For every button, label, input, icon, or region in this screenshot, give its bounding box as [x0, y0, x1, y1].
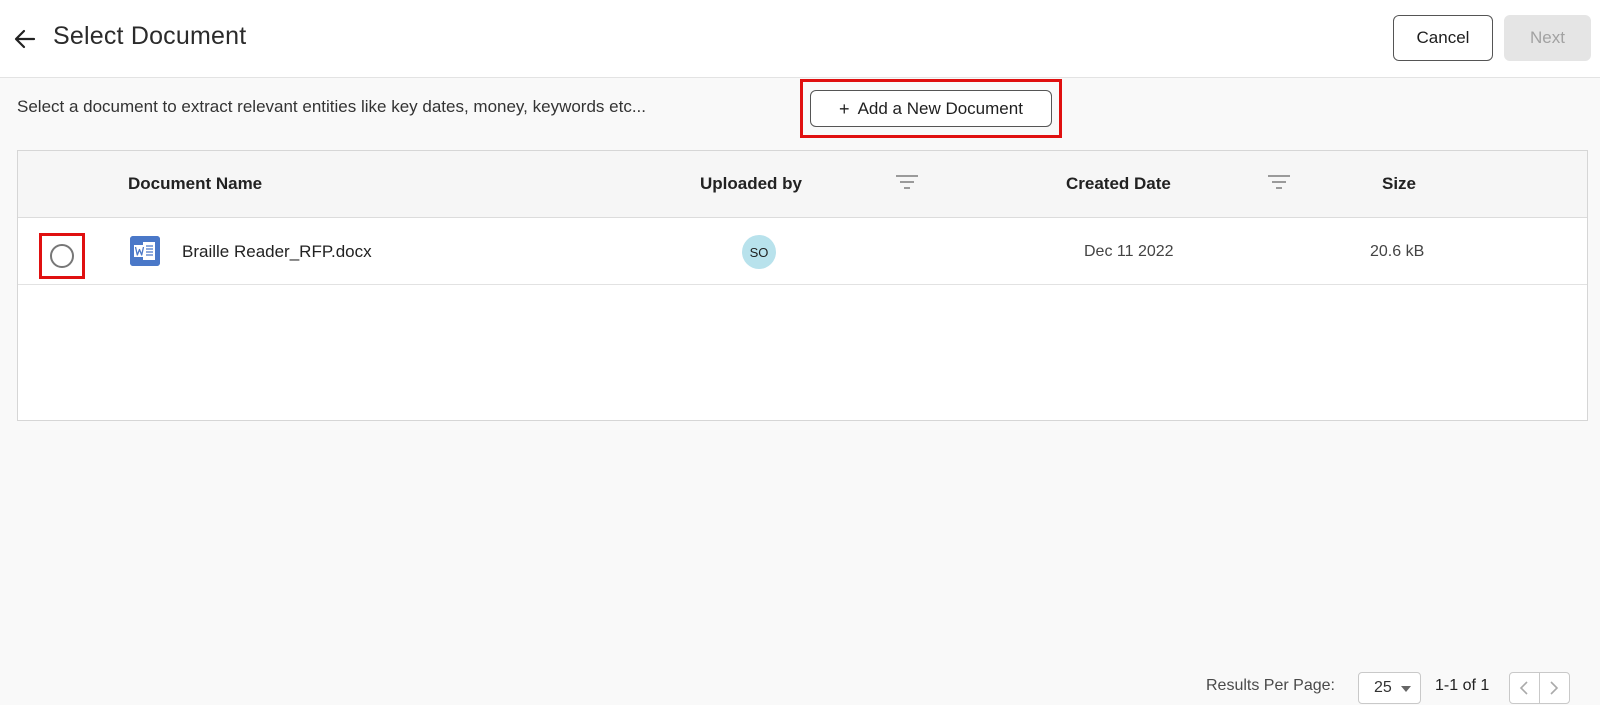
column-header-size: Size: [1382, 174, 1417, 193]
chevron-left-icon[interactable]: [1510, 673, 1540, 703]
add-new-document-label: Add a New Document: [857, 98, 1023, 118]
page-title: Select Document: [53, 22, 247, 50]
results-per-page-value: 25: [1374, 679, 1392, 696]
table-header: Document Name Uploaded by Created Date S…: [18, 151, 1587, 218]
results-per-page-select[interactable]: 25: [1358, 672, 1421, 704]
column-header-document-name: Document Name: [128, 174, 263, 193]
select-document-radio[interactable]: [50, 244, 74, 268]
filter-icon[interactable]: [1268, 175, 1290, 191]
arrow-left-icon[interactable]: [12, 26, 38, 52]
cancel-button[interactable]: Cancel: [1393, 15, 1493, 61]
filter-icon[interactable]: [896, 175, 918, 191]
created-date: Dec 11 2022: [1084, 243, 1174, 260]
pagination-nav: [1509, 672, 1570, 704]
chevron-right-icon[interactable]: [1540, 673, 1570, 703]
results-per-page-label: Results Per Page:: [1206, 677, 1335, 694]
pagination-range: 1-1 of 1: [1435, 677, 1490, 694]
plus-icon: +: [839, 98, 850, 119]
caret-down-icon: [1401, 686, 1411, 692]
avatar: SO: [742, 235, 776, 269]
file-size: 20.6 kB: [1370, 243, 1425, 260]
column-header-uploaded-by: Uploaded by: [700, 174, 803, 193]
column-header-created-date: Created Date: [1066, 174, 1171, 193]
word-document-icon: [130, 236, 160, 266]
page-header: Select Document Cancel Next: [0, 0, 1600, 78]
table-row[interactable]: Braille Reader_RFP.docx SO Dec 11 2022 2…: [18, 219, 1587, 285]
document-name: Braille Reader_RFP.docx: [182, 242, 372, 261]
documents-table: Document Name Uploaded by Created Date S…: [17, 150, 1588, 421]
next-button[interactable]: Next: [1504, 15, 1591, 61]
description-text: Select a document to extract relevant en…: [17, 97, 646, 116]
add-new-document-button[interactable]: + Add a New Document: [810, 90, 1052, 127]
